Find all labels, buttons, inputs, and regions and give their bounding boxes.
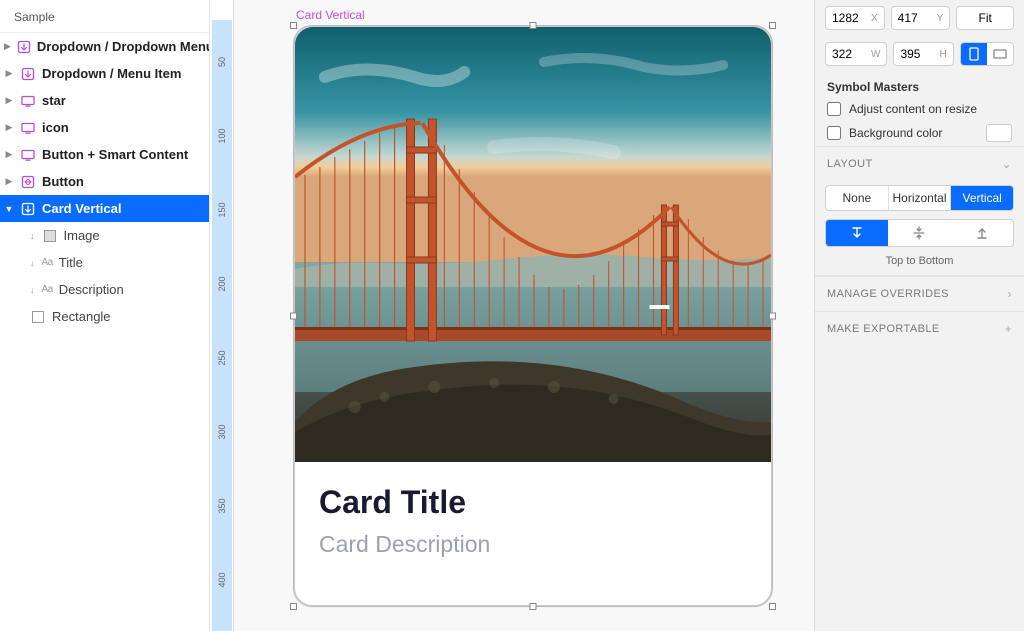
layer-row-image[interactable]: ↓ Image <box>0 222 209 249</box>
background-color-checkbox[interactable]: Background color <box>815 120 1024 146</box>
layer-row-menu-item[interactable]: ▶ Dropdown / Menu Item <box>0 60 209 87</box>
width-field[interactable]: W <box>825 42 887 66</box>
fit-button[interactable]: Fit <box>956 6 1014 30</box>
symbol-vertical-icon <box>20 66 36 82</box>
disclosure-icon[interactable]: ▶ <box>4 68 14 79</box>
symbol-screen-icon <box>20 147 36 163</box>
layout-mode-segmented[interactable]: None Horizontal Vertical <box>825 185 1014 211</box>
text-icon: Aa <box>42 257 53 268</box>
disclosure-icon[interactable]: ▼ <box>4 204 14 214</box>
vertical-ruler: 50 100 150 200 250 300 350 400 <box>210 0 234 631</box>
layer-label: Dropdown / Dropdown Menu <box>37 39 209 54</box>
symbol-horizontal-icon <box>20 174 36 190</box>
make-exportable-section[interactable]: MAKE EXPORTABLE + <box>815 311 1024 346</box>
layout-horizontal[interactable]: Horizontal <box>888 186 951 210</box>
symbol-vertical-icon <box>20 201 36 217</box>
resize-handle[interactable] <box>769 603 776 610</box>
manage-overrides-section[interactable]: MANAGE OVERRIDES › <box>815 276 1024 311</box>
x-field[interactable]: X <box>825 6 885 30</box>
layer-label: Dropdown / Menu Item <box>42 66 181 81</box>
height-field[interactable]: H <box>893 42 953 66</box>
layout-vertical[interactable]: Vertical <box>950 186 1013 210</box>
disclosure-icon[interactable]: ▶ <box>4 95 14 106</box>
layer-row-card-vertical[interactable]: ▼ Card Vertical <box>0 195 209 222</box>
disclosure-icon[interactable]: ▶ <box>4 149 14 160</box>
text-icon: Aa <box>42 284 53 295</box>
layout-section-header[interactable]: LAYOUT ⌄ <box>815 146 1024 181</box>
layer-row-icon[interactable]: ▶ icon <box>0 114 209 141</box>
direction-caption: Top to Bottom <box>815 251 1024 276</box>
symbol-vertical-icon <box>17 39 31 55</box>
layers-panel: Sample ▶ Dropdown / Dropdown Menu ▶ Drop… <box>0 0 210 631</box>
canvas[interactable]: 50 100 150 200 250 300 350 400 Card Vert… <box>210 0 814 631</box>
layer-row-title[interactable]: ↓ Aa Title <box>0 249 209 276</box>
pin-icon: ↓ <box>30 258 35 268</box>
landscape-icon[interactable] <box>987 43 1013 65</box>
disclosure-icon[interactable]: ▶ <box>4 176 14 187</box>
orientation-toggle[interactable] <box>960 42 1014 66</box>
layer-label: Image <box>64 228 100 243</box>
direction-bottom-to-top-icon[interactable] <box>951 220 1013 246</box>
layer-list: ▶ Dropdown / Dropdown Menu ▶ Dropdown / … <box>0 33 209 631</box>
layer-label: Title <box>59 255 83 270</box>
layer-label: icon <box>42 120 69 135</box>
card-image[interactable] <box>295 27 771 462</box>
layer-label: Button + Smart Content <box>42 147 188 162</box>
page-title[interactable]: Sample <box>0 0 209 33</box>
disclosure-icon[interactable]: ▶ <box>4 122 14 133</box>
portrait-icon[interactable] <box>961 43 987 65</box>
selection-label[interactable]: Card Vertical <box>296 8 365 22</box>
layer-label: Rectangle <box>52 309 111 324</box>
resize-handle[interactable] <box>530 603 537 610</box>
layout-direction-segmented[interactable] <box>825 219 1014 247</box>
layer-label: star <box>42 93 66 108</box>
disclosure-icon[interactable]: ▶ <box>4 41 11 52</box>
layer-label: Description <box>59 282 124 297</box>
resize-handle[interactable] <box>290 603 297 610</box>
pin-icon: ↓ <box>30 231 35 241</box>
inspector-panel: X Y Fit W H Symbol Masters Adjust conten… <box>814 0 1024 631</box>
chevron-down-icon: ⌄ <box>1002 157 1012 171</box>
image-icon <box>42 228 58 244</box>
symbol-screen-icon <box>20 93 36 109</box>
card-title-text[interactable]: Card Title <box>319 484 747 521</box>
rectangle-icon <box>30 309 46 325</box>
color-swatch[interactable] <box>986 124 1012 142</box>
pin-icon: ↓ <box>30 285 35 295</box>
layer-row-dropdown-menu[interactable]: ▶ Dropdown / Dropdown Menu <box>0 33 209 60</box>
plus-icon: + <box>1005 322 1012 336</box>
layer-row-button[interactable]: ▶ Button <box>0 168 209 195</box>
card-body: Card Title Card Description <box>295 462 771 584</box>
layer-row-star[interactable]: ▶ star <box>0 87 209 114</box>
symbol-screen-icon <box>20 120 36 136</box>
layer-row-description[interactable]: ↓ Aa Description <box>0 276 209 303</box>
card-description-text[interactable]: Card Description <box>319 531 747 558</box>
chevron-right-icon: › <box>1008 287 1012 301</box>
adjust-content-checkbox[interactable]: Adjust content on resize <box>815 98 1024 120</box>
layer-label: Button <box>42 174 84 189</box>
direction-top-to-bottom-icon[interactable] <box>826 220 888 246</box>
symbol-masters-heading: Symbol Masters <box>815 72 1024 98</box>
layer-label: Card Vertical <box>42 201 122 216</box>
direction-center-icon[interactable] <box>888 220 950 246</box>
y-field[interactable]: Y <box>891 6 951 30</box>
layer-row-rectangle[interactable]: Rectangle <box>0 303 209 330</box>
card-vertical-artboard[interactable]: Card Title Card Description <box>294 26 772 606</box>
layout-none[interactable]: None <box>826 186 888 210</box>
layer-row-button-smart[interactable]: ▶ Button + Smart Content <box>0 141 209 168</box>
